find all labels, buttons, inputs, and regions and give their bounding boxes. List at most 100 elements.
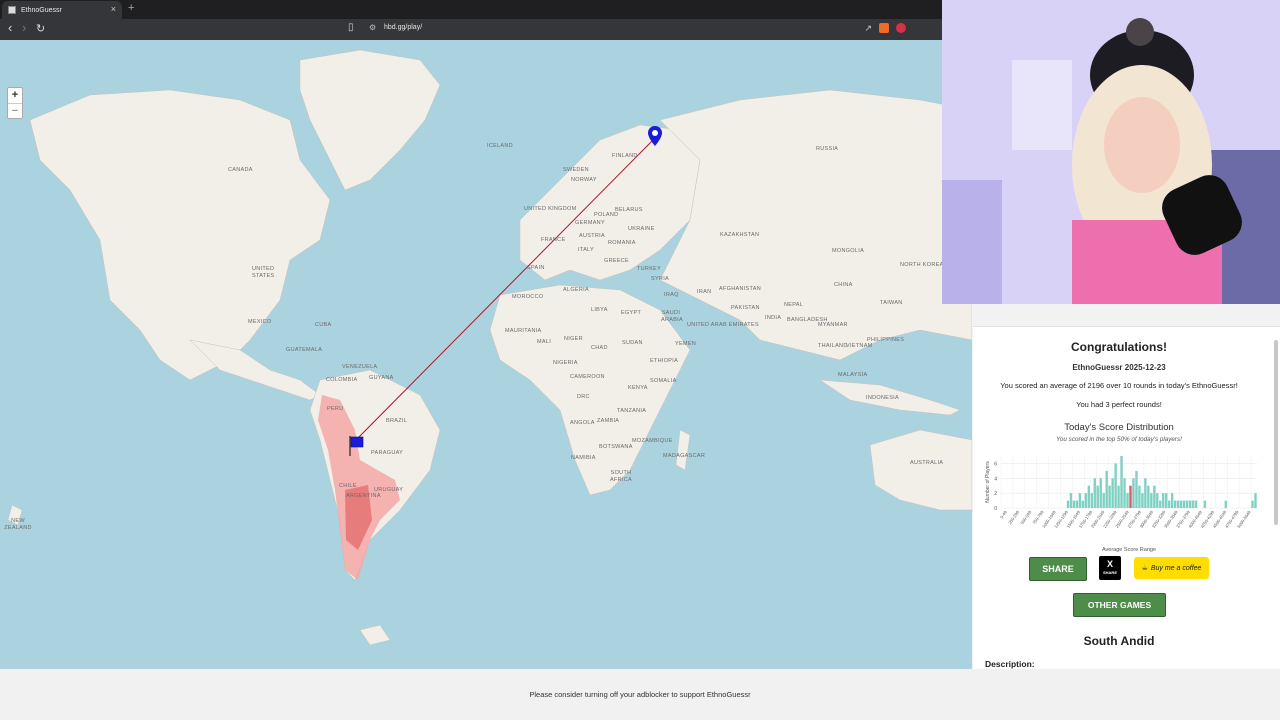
map-label: CHAD xyxy=(591,345,608,351)
bar xyxy=(1096,485,1099,508)
bar xyxy=(1081,500,1085,508)
map-label: ETHIOPIA xyxy=(650,358,679,364)
site-settings-icon[interactable]: ⚙ xyxy=(369,23,376,32)
map-label: SAUDI ARABIA xyxy=(661,310,683,323)
share-on-x-button[interactable]: X SHARE xyxy=(1099,556,1121,580)
bar xyxy=(1173,500,1177,508)
address-bar[interactable]: ▯ ⚙ hbd.gg/play/ xyxy=(345,22,905,37)
tab-bar: EthnoGuessr × + xyxy=(0,0,942,19)
bar xyxy=(1108,485,1111,508)
map-label: COLOMBIA xyxy=(326,377,358,383)
zoom-out-button[interactable]: − xyxy=(8,103,22,119)
bar xyxy=(1114,463,1117,508)
bar xyxy=(1224,500,1227,508)
map-label: GUYANA xyxy=(369,375,394,381)
back-button[interactable]: ‹ xyxy=(8,20,12,35)
map-label: ARGENTINA xyxy=(346,493,381,499)
map-label: MADAGASCAR xyxy=(663,453,706,459)
map-label: MOROCCO xyxy=(512,294,544,300)
bar xyxy=(1147,485,1150,508)
bar xyxy=(1251,500,1254,508)
bar xyxy=(1150,493,1153,508)
description-label: Description: xyxy=(985,659,1035,669)
map-label: MALAYSIA xyxy=(838,372,868,378)
reload-button[interactable]: ↻ xyxy=(36,22,45,35)
map-label: TANZANIA xyxy=(617,408,647,414)
map-label: MONGOLIA xyxy=(832,248,865,254)
score-distribution-chart: 02460-49 250-299 500-549 750-7991000-104912… xyxy=(985,456,1257,553)
game-date: EthnoGuessr 2025-12-23 xyxy=(1072,363,1166,372)
favicon-icon xyxy=(8,6,16,14)
map-label: NORTH KOREA xyxy=(900,262,944,268)
new-tab-button[interactable]: + xyxy=(128,2,134,14)
tab-title: EthnoGuessr xyxy=(21,6,62,14)
map-label: CHINA xyxy=(834,282,853,288)
share-page-icon[interactable]: ↗ xyxy=(864,23,872,34)
map-label: NORWAY xyxy=(571,177,597,183)
map-label: ICELAND xyxy=(487,143,513,149)
bar xyxy=(1203,500,1207,508)
map-label: URUGUAY xyxy=(374,487,404,493)
x-logo-icon: X xyxy=(1106,559,1113,569)
map-label: UNITED ARAB EMIRATES xyxy=(687,322,759,328)
bar xyxy=(1194,500,1198,508)
bar xyxy=(1075,500,1079,508)
x-share-label: SHARE xyxy=(1102,570,1117,575)
adblock-message: Please consider turning off your adblock… xyxy=(529,690,751,699)
distribution-subtitle: You scored in the top 50% of today's pla… xyxy=(1056,436,1182,443)
bar xyxy=(1084,493,1088,508)
share-button[interactable]: SHARE xyxy=(1029,557,1087,581)
map-label: NEPAL xyxy=(784,302,804,308)
bar xyxy=(1105,470,1108,508)
zoom-in-button[interactable]: + xyxy=(8,88,22,103)
url-text[interactable]: hbd.gg/play/ xyxy=(384,24,422,31)
panel-scrollbar[interactable] xyxy=(1274,340,1278,525)
map-label: ALGERIA xyxy=(563,287,589,293)
map-label: GERMANY xyxy=(575,220,605,226)
average-score-text: You scored an average of 2196 over 10 ro… xyxy=(1000,381,1238,390)
y-axis-label: Number of Players xyxy=(985,461,991,503)
bar xyxy=(1162,493,1165,508)
map-label: SOUTH AFRICA xyxy=(610,470,632,483)
guess-pin-icon[interactable] xyxy=(648,126,662,146)
webcam-overlay xyxy=(942,0,1280,304)
bookmark-icon[interactable]: ▯ xyxy=(348,22,354,33)
map-label: MOZAMBIQUE xyxy=(632,438,673,444)
map-label: IRAQ xyxy=(664,292,679,298)
bar xyxy=(1138,485,1141,508)
bar xyxy=(1102,493,1105,508)
bar xyxy=(1144,478,1147,508)
brave-shield-icon[interactable] xyxy=(879,23,889,33)
map-label: FRANCE xyxy=(541,237,566,243)
congrats-title: Congratulations! xyxy=(1071,340,1167,354)
map-label: CUBA xyxy=(315,322,332,328)
rewards-icon[interactable] xyxy=(896,23,906,33)
y-tick-label: 0 xyxy=(994,506,997,512)
other-games-button[interactable]: OTHER GAMES xyxy=(1073,593,1166,617)
y-tick-label: 4 xyxy=(994,476,997,482)
bar xyxy=(1188,500,1192,508)
tab-ethnoguessr[interactable]: EthnoGuessr × xyxy=(2,1,122,19)
map-label: THAILAND xyxy=(818,343,848,349)
map-label: BELARUS xyxy=(615,207,643,213)
map-label: GUATEMALA xyxy=(286,347,323,353)
footer: Please consider turning off your adblock… xyxy=(0,669,1280,720)
map-label: RUSSIA xyxy=(816,146,839,152)
bar xyxy=(1087,485,1091,508)
zoom-control: + − xyxy=(7,87,23,119)
world-map[interactable]: ICELAND FINLAND SWEDEN NORWAY RUSSIA CAN… xyxy=(0,40,972,669)
map-label: VIETNAM xyxy=(846,343,873,349)
map-label: ANGOLA xyxy=(570,420,595,426)
buy-me-a-coffee-button[interactable]: ☕ Buy me a coffee xyxy=(1134,557,1209,579)
bar xyxy=(1066,500,1070,508)
x-axis-label: Average Score Range xyxy=(1102,547,1156,553)
bar xyxy=(1185,500,1189,508)
bar xyxy=(1126,493,1129,508)
map-label: MYANMAR xyxy=(818,322,848,328)
map-label: NIGER xyxy=(564,336,583,342)
tab-close-icon[interactable]: × xyxy=(111,4,116,14)
map-label: YEMEN xyxy=(675,341,697,347)
bar xyxy=(1153,485,1156,508)
bar xyxy=(1191,500,1195,508)
forward-button[interactable]: › xyxy=(22,20,26,35)
